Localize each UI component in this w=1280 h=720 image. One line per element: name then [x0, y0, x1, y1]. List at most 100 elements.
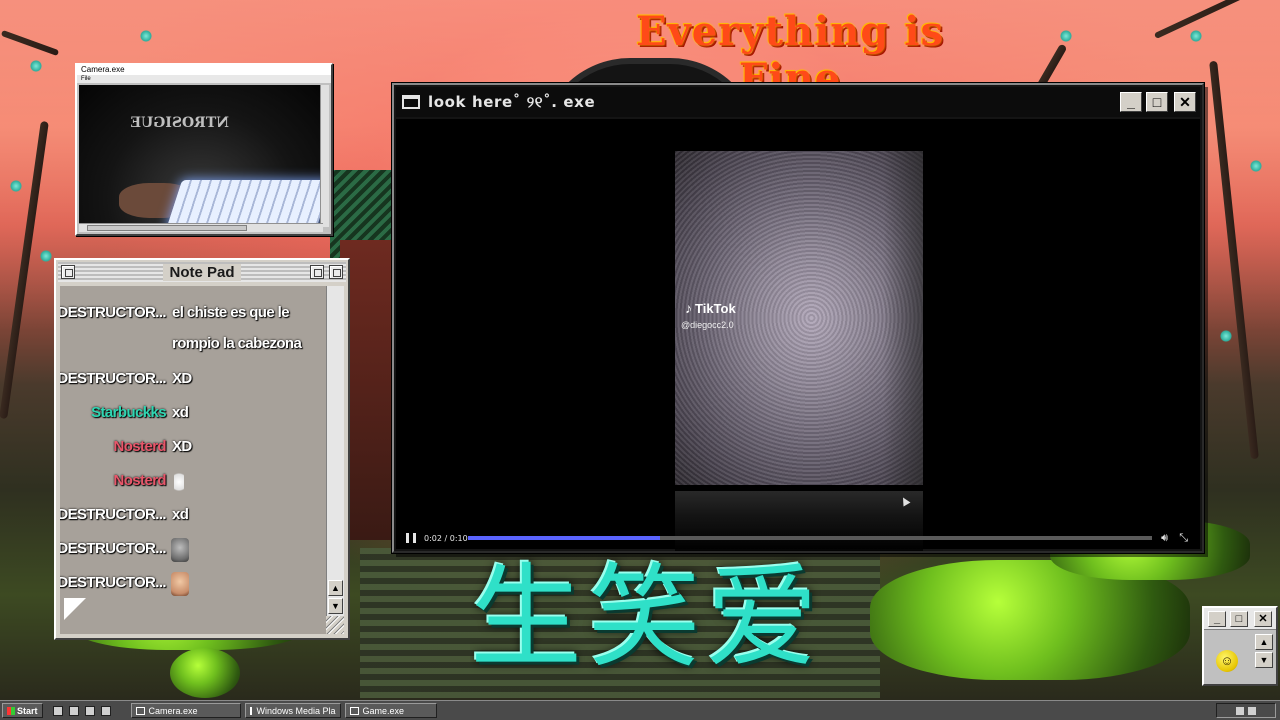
play-icon [249, 706, 253, 715]
chat-text: xd [172, 404, 189, 421]
speaker-icon[interactable] [1248, 706, 1256, 715]
chat-username[interactable]: Starbuckks [91, 404, 166, 421]
windows-logo-icon [7, 706, 15, 715]
chat-log: DESTRUCTOR... el chiste es que le rompio … [60, 286, 326, 634]
blossom [1060, 30, 1072, 42]
page-corner-icon [64, 598, 86, 620]
fullscreen-icon[interactable]: ⤡ [1179, 532, 1188, 545]
start-label: Start [17, 705, 38, 716]
resize-grip-icon[interactable] [326, 616, 344, 634]
notepad-title: Note Pad [163, 263, 241, 281]
horizontal-scrollbar[interactable] [79, 223, 323, 232]
notepad-window[interactable]: Note Pad DESTRUCTOR... el chiste es que l… [54, 258, 350, 640]
chat-message: DESTRUCTOR... [60, 568, 326, 598]
desktop-icon[interactable] [52, 705, 63, 716]
mini-window-titlebar[interactable]: _ □ ✕ [1204, 608, 1276, 630]
chat-username[interactable]: DESTRUCTOR... [60, 540, 167, 557]
blossom [30, 60, 42, 72]
scrollbar-thumb[interactable] [87, 225, 247, 231]
start-button[interactable]: Start [2, 703, 43, 718]
system-tray [1216, 703, 1276, 718]
mini-window[interactable]: _ □ ✕ ☺ ▲ ▼ [1202, 606, 1278, 686]
taskbar-item-label: Windows Media Pla [256, 705, 336, 716]
taskbar-item-label: Game.exe [362, 705, 405, 716]
taskbar-item-media-player[interactable]: Windows Media Pla [244, 703, 341, 718]
media-icon[interactable] [100, 705, 111, 716]
tiktok-note-icon: ♪ [685, 300, 692, 316]
maximize-button[interactable]: □ [1230, 611, 1248, 627]
webcam-feed: NTROSIGUE [79, 85, 323, 227]
chat-emote-icon [174, 470, 184, 494]
camera-window[interactable]: Camera.exe File NTROSIGUE [75, 63, 333, 236]
scroll-up-icon[interactable]: ▲ [1255, 634, 1273, 650]
tiktok-handle: @diegocc2.0 [681, 320, 734, 330]
chat-username[interactable]: DESTRUCTOR... [60, 574, 167, 591]
notepad-scrollbar[interactable]: ▲ ▼ [326, 286, 344, 634]
mini-scrollbar[interactable]: ▲ ▼ [1255, 634, 1273, 684]
window-icon [349, 706, 359, 715]
taskbar-item-label: Camera.exe [148, 705, 198, 716]
chat-username[interactable]: DESTRUCTOR... [60, 370, 167, 387]
vertical-scrollbar[interactable] [320, 85, 329, 227]
chinese-characters: 生笑爱 [470, 553, 824, 683]
chat-message: Nosterd XD [60, 432, 326, 462]
chat-username[interactable]: DESTRUCTOR... [60, 304, 167, 321]
minimize-button[interactable]: _ [1120, 92, 1142, 112]
network-icon[interactable] [1236, 706, 1244, 715]
chat-username[interactable]: DESTRUCTOR... [60, 506, 167, 523]
pause-icon[interactable] [406, 533, 416, 543]
video-window[interactable]: look here˚ ୨୧˚. exe _ □ ✕ ♪ TikTok @dieg… [392, 83, 1204, 553]
chat-text: xd [172, 506, 189, 523]
blossom [10, 180, 22, 192]
chat-message: Starbuckks xd [60, 398, 326, 428]
taskbar: Start Camera.exe Windows Media Pla Game.… [0, 700, 1280, 720]
close-button[interactable]: ✕ [1254, 611, 1272, 627]
scroll-down-icon[interactable]: ▼ [328, 598, 343, 614]
video-window-titlebar[interactable]: look here˚ ୨୧˚. exe _ □ ✕ [396, 87, 1200, 117]
tiktok-logo: ♪ TikTok [685, 300, 736, 316]
taskbar-item-game[interactable]: Game.exe [344, 703, 437, 718]
chat-message: DESTRUCTOR... [60, 534, 326, 564]
maximize-button[interactable]: □ [1146, 92, 1168, 112]
folder-icon[interactable] [84, 705, 95, 716]
blossom [140, 30, 152, 42]
keyboard [165, 180, 323, 227]
browser-icon[interactable] [68, 705, 79, 716]
minimize-button[interactable]: _ [1208, 611, 1226, 627]
chat-text: XD [172, 438, 192, 455]
chat-emote-icon [171, 572, 189, 596]
volume-icon[interactable]: 🔊︎ [1161, 532, 1168, 545]
scroll-down-icon[interactable]: ▼ [1255, 652, 1273, 668]
scroll-up-icon[interactable]: ▲ [328, 580, 343, 596]
camera-menu-file[interactable]: File [77, 75, 331, 83]
taskbar-item-camera[interactable]: Camera.exe [130, 703, 241, 718]
seek-bar[interactable] [468, 536, 1152, 540]
camera-window-title: Camera.exe [81, 65, 125, 74]
chat-username[interactable]: Nosterd [114, 472, 167, 489]
hedge [170, 648, 240, 698]
tiktok-video[interactable]: ♪ TikTok @diegocc2.0 [675, 151, 923, 485]
chat-message: DESTRUCTOR... xd [60, 500, 326, 530]
video-area[interactable]: ♪ TikTok @diegocc2.0 0:02 / 0:10 🔊︎ ⤡ [396, 119, 1200, 551]
blossom [1190, 30, 1202, 42]
close-box-icon[interactable] [61, 265, 75, 279]
shirt-print: NTROSIGUE [130, 115, 229, 131]
blossom [1220, 330, 1232, 342]
zoom-box-icon[interactable] [329, 265, 343, 279]
close-button[interactable]: ✕ [1174, 92, 1196, 112]
blossom [40, 250, 52, 262]
chat-text: XD [172, 370, 192, 387]
notepad-titlebar[interactable]: Note Pad [58, 262, 346, 282]
smiley-icon[interactable]: ☺ [1216, 650, 1238, 672]
chat-text: el chiste es que le rompio la cabezona [172, 304, 302, 352]
camera-window-titlebar[interactable]: Camera.exe [77, 65, 331, 75]
tiktok-label: TikTok [695, 300, 736, 316]
quick-launch [52, 705, 117, 716]
blossom [1250, 160, 1262, 172]
chat-message: Nosterd [60, 466, 326, 496]
timecode: 0:02 / 0:10 [424, 533, 468, 543]
collapse-box-icon[interactable] [310, 265, 324, 279]
chat-username[interactable]: Nosterd [114, 438, 167, 455]
window-icon [135, 706, 145, 715]
seek-bar-fill [468, 536, 660, 540]
